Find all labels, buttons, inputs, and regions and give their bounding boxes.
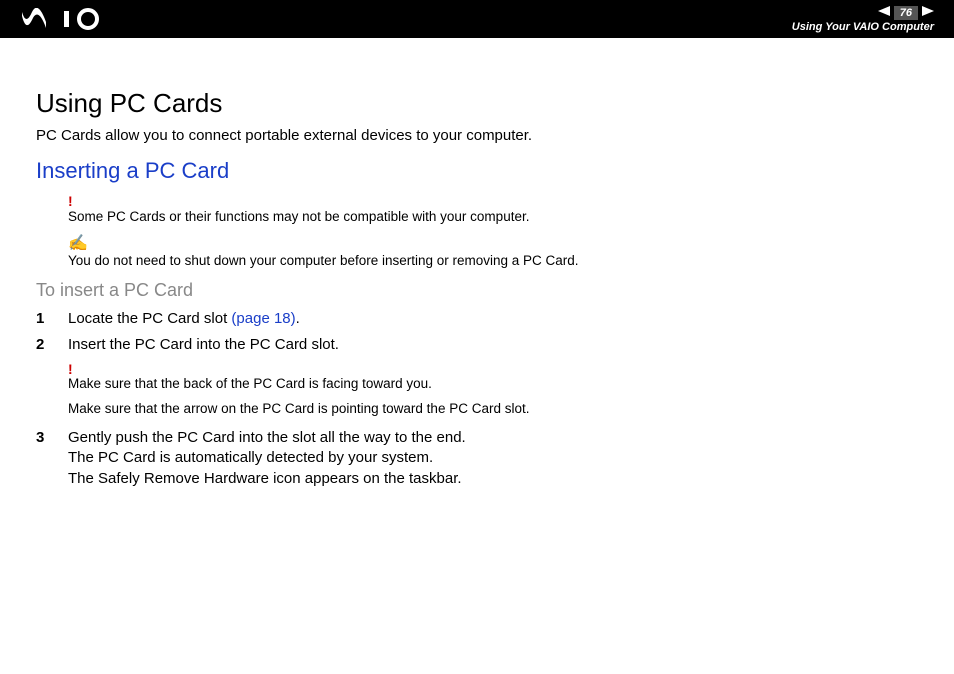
step-item: 1 Locate the PC Card slot (page 18).	[36, 309, 918, 329]
caution-text: Some PC Cards or their functions may not…	[68, 209, 918, 224]
step-line: The Safely Remove Hardware icon appears …	[68, 470, 462, 487]
step-number: 2	[36, 335, 68, 355]
next-page-arrow[interactable]	[922, 6, 934, 19]
header-right: 76 Using Your VAIO Computer	[792, 6, 934, 33]
exclaim-icon: !	[68, 362, 918, 376]
step-caution-text: Make sure that the arrow on the PC Card …	[68, 401, 918, 416]
step-number: 3	[36, 428, 68, 489]
section-label: Using Your VAIO Computer	[792, 21, 934, 33]
step-text: Locate the PC Card slot	[68, 310, 231, 327]
caution-note: ! Some PC Cards or their functions may n…	[68, 194, 918, 224]
page-content: Using PC Cards PC Cards allow you to con…	[0, 38, 954, 489]
step-item: 2 Insert the PC Card into the PC Card sl…	[36, 335, 918, 355]
page-number: 76	[894, 6, 918, 20]
step-text-after: .	[296, 310, 300, 327]
step-line: Gently push the PC Card into the slot al…	[68, 429, 466, 446]
step-body: Locate the PC Card slot (page 18).	[68, 309, 918, 329]
step-caution-text: Make sure that the back of the PC Card i…	[68, 376, 918, 391]
vaio-logo-svg	[20, 8, 120, 30]
step-item: 3 Gently push the PC Card into the slot …	[36, 428, 918, 489]
page-link[interactable]: (page 18)	[231, 310, 295, 327]
page-nav: 76	[878, 6, 934, 20]
heading-1: Using PC Cards	[36, 88, 918, 119]
heading-3: To insert a PC Card	[36, 280, 918, 301]
info-note: ✍ You do not need to shut down your comp…	[68, 236, 918, 268]
step-list: 1 Locate the PC Card slot (page 18). 2 I…	[36, 309, 918, 354]
exclaim-icon: !	[68, 194, 918, 208]
step-line: The PC Card is automatically detected by…	[68, 449, 433, 466]
pencil-icon: ✍	[68, 236, 918, 252]
step-body: Gently push the PC Card into the slot al…	[68, 428, 918, 489]
header-bar: 76 Using Your VAIO Computer	[0, 0, 954, 38]
step-number: 1	[36, 309, 68, 329]
prev-page-arrow[interactable]	[878, 6, 890, 19]
step-body: Insert the PC Card into the PC Card slot…	[68, 335, 918, 355]
heading-2: Inserting a PC Card	[36, 158, 918, 184]
step-caution: ! Make sure that the back of the PC Card…	[68, 362, 918, 416]
vaio-logo	[20, 8, 120, 30]
info-text: You do not need to shut down your comput…	[68, 253, 918, 268]
intro-text: PC Cards allow you to connect portable e…	[36, 127, 918, 144]
step-list-cont: 3 Gently push the PC Card into the slot …	[36, 428, 918, 489]
